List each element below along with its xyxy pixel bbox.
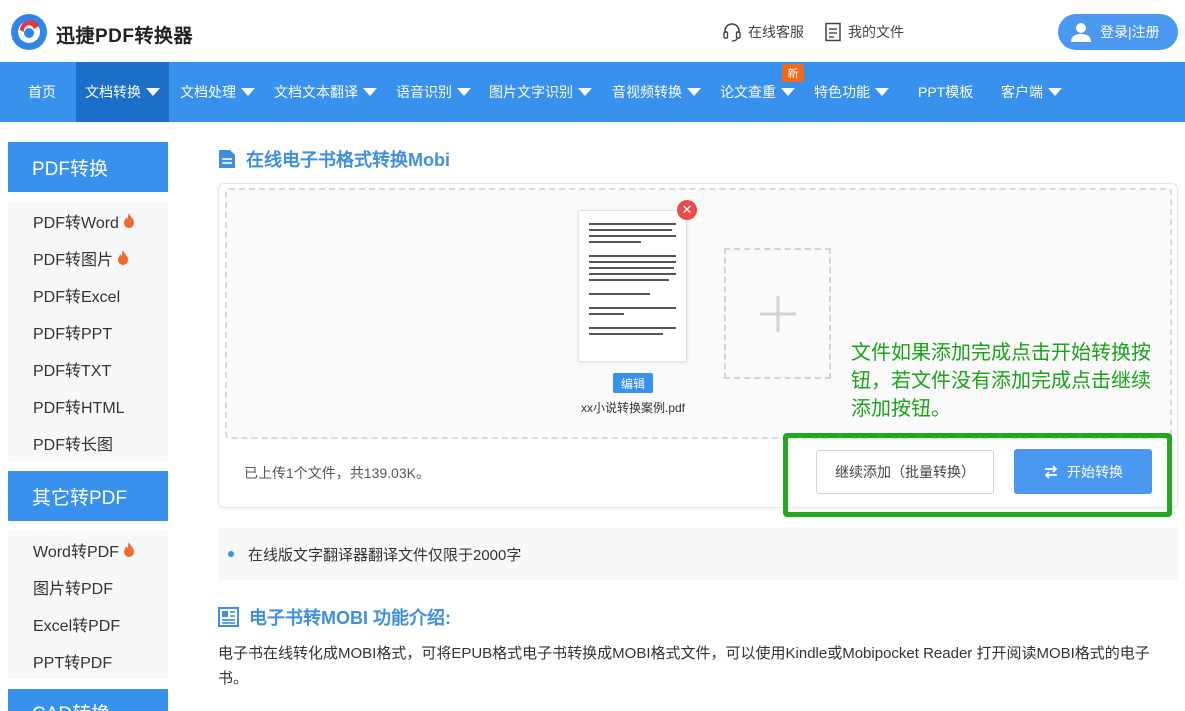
sidebar-item-label: PDF转PPT xyxy=(33,325,113,343)
translation-limit-note: 在线版文字翻译器翻译文件仅限于2000字 xyxy=(218,528,1178,580)
sidebar-item-pdf-html[interactable]: PDF转HTML xyxy=(8,387,168,424)
annotation-text: 文件如果添加完成点击开始转换按钮，若文件没有添加完成点击继续添加按钮。 xyxy=(851,342,1151,420)
page-title: 在线电子书格式转换Mobi xyxy=(246,150,450,170)
intro-title: 电子书转MOBI 功能介绍: xyxy=(249,608,451,628)
logo-icon[interactable] xyxy=(8,12,50,52)
new-badge: 新 xyxy=(782,64,804,82)
sidebar-item-label: 图片转PDF xyxy=(33,580,114,598)
nav-plagiarism-label: 论文查重 xyxy=(720,84,776,100)
nav-client[interactable]: 客户端 xyxy=(1001,62,1062,122)
nav-client-label: 客户端 xyxy=(1001,84,1043,100)
nav-home-label: 首页 xyxy=(28,84,56,100)
file-thumbnail[interactable] xyxy=(578,210,687,362)
chevron-down-icon xyxy=(241,88,255,96)
remove-file-button[interactable]: ✕ xyxy=(677,200,697,220)
flame-icon xyxy=(123,542,134,557)
chevron-down-icon xyxy=(578,88,592,96)
brand-name[interactable]: 迅捷PDF转换器 xyxy=(56,21,193,48)
nav-speech[interactable]: 语音识别 xyxy=(396,62,471,122)
login-register-label: 登录|注册 xyxy=(1100,24,1160,40)
chevron-down-icon xyxy=(146,88,160,96)
nav-home[interactable]: 首页 xyxy=(28,62,56,122)
nav-ocr-label: 图片文字识别 xyxy=(489,84,573,100)
nav-doc-translate-label: 文档文本翻译 xyxy=(274,84,358,100)
nav-doc-process[interactable]: 文档处理 xyxy=(180,62,255,122)
chevron-down-icon xyxy=(781,88,795,96)
sidebar-item-pdf-word[interactable]: PDF转Word xyxy=(8,202,168,239)
nav-ppt-template[interactable]: PPT模板 xyxy=(918,62,973,122)
chevron-down-icon xyxy=(457,88,471,96)
page-title-row: 在线电子书格式转换Mobi xyxy=(218,146,450,172)
my-files-link[interactable]: 我的文件 xyxy=(824,22,904,42)
annotation-highlight-box xyxy=(783,433,1172,517)
sidebar-item-pdf-ppt[interactable]: PDF转PPT xyxy=(8,313,168,350)
sidebar-item-label: PDF转Word xyxy=(33,214,119,232)
chevron-down-icon xyxy=(875,88,889,96)
headset-icon xyxy=(723,23,741,42)
nav-doc-process-label: 文档处理 xyxy=(180,84,236,100)
chevron-down-icon xyxy=(1048,88,1062,96)
flame-icon xyxy=(118,250,129,265)
sidebar-item-label: PDF转TXT xyxy=(33,362,112,380)
sidebar-group-title[interactable]: 其它转PDF xyxy=(8,471,168,521)
add-file-box[interactable] xyxy=(724,248,831,379)
sidebar-item-pdf-image[interactable]: PDF转图片 xyxy=(8,239,168,276)
sidebar-item-label: PDF转Excel xyxy=(33,288,121,306)
sidebar-item-label: PPT转PDF xyxy=(33,654,113,672)
sidebar-item-label: Excel转PDF xyxy=(33,617,121,635)
sidebar-item-label: PDF转HTML xyxy=(33,399,125,417)
nav-ppt-template-label: PPT模板 xyxy=(918,84,974,100)
flame-icon xyxy=(123,213,134,228)
sidebar-item-label: Word转PDF xyxy=(33,543,119,561)
sidebar-item-label: PDF转图片 xyxy=(33,251,114,269)
sidebar-item-pdf-excel[interactable]: PDF转Excel xyxy=(8,276,168,313)
newspaper-icon xyxy=(218,607,239,627)
sidebar-group-title[interactable]: CAD转换 xyxy=(8,689,168,711)
online-service-link[interactable]: 在线客服 xyxy=(722,22,804,42)
my-files-label: 我的文件 xyxy=(848,24,904,40)
nav-features-label: 特色功能 xyxy=(814,84,870,100)
note-text: 在线版文字翻译器翻译文件仅限于2000字 xyxy=(248,546,522,564)
nav-features[interactable]: 特色功能 xyxy=(814,62,889,122)
sidebar-item-word-pdf[interactable]: Word转PDF xyxy=(8,531,168,568)
sidebar-item-excel-pdf[interactable]: Excel转PDF xyxy=(8,605,168,642)
top-header: 迅捷PDF转换器 在线客服 我的文件 登录|注册 xyxy=(0,0,1185,62)
nav-speech-label: 语音识别 xyxy=(396,84,452,100)
sidebar-item-pdf-txt[interactable]: PDF转TXT xyxy=(8,350,168,387)
login-register-button[interactable]: 登录|注册 xyxy=(1058,14,1178,50)
close-icon: ✕ xyxy=(681,202,693,217)
sidebar-item-image-pdf[interactable]: 图片转PDF xyxy=(8,568,168,605)
sidebar-item-pdf-longimage[interactable]: PDF转长图 xyxy=(8,424,168,461)
sidebar-list-pdf-convert: PDF转Word PDF转图片 PDF转Excel PDF转PPT PDF转TX… xyxy=(8,202,168,461)
intro-title-row: 电子书转MOBI 功能介绍: xyxy=(218,604,451,630)
nav-doc-translate[interactable]: 文档文本翻译 xyxy=(274,62,377,122)
file-list-icon xyxy=(825,22,841,42)
chevron-down-icon xyxy=(687,88,701,96)
chevron-down-icon xyxy=(363,88,377,96)
user-icon xyxy=(1071,23,1091,42)
main-nav: 首页 文档转换 文档处理 文档文本翻译 语音识别 图片文字识别 音视频转换 论文… xyxy=(0,62,1185,122)
edit-file-button[interactable]: 编辑 xyxy=(613,373,653,393)
sidebar-list-other-to-pdf: Word转PDF 图片转PDF Excel转PDF PPT转PDF xyxy=(8,531,168,679)
document-icon xyxy=(219,150,235,168)
sidebar-item-label: PDF转长图 xyxy=(33,436,114,454)
nav-doc-convert[interactable]: 文档转换 xyxy=(76,62,169,122)
plus-icon xyxy=(759,295,796,332)
file-name: xx小说转换案例.pdf xyxy=(580,401,686,415)
upload-status: 已上传1个文件，共139.03K。 xyxy=(244,465,430,481)
intro-description: 电子书在线转化成MOBI格式，可将EPUB格式电子书转换成MOBI格式文件，可以… xyxy=(218,645,1150,687)
nav-av-convert-label: 音视频转换 xyxy=(612,84,682,100)
nav-doc-convert-label: 文档转换 xyxy=(85,84,141,100)
bullet-dot xyxy=(228,551,234,557)
nav-av-convert[interactable]: 音视频转换 xyxy=(612,62,701,122)
sidebar-item-ppt-pdf[interactable]: PPT转PDF xyxy=(8,642,168,679)
online-service-label: 在线客服 xyxy=(748,24,804,40)
sidebar-group-title[interactable]: PDF转换 xyxy=(8,142,168,192)
nav-ocr[interactable]: 图片文字识别 xyxy=(489,62,592,122)
